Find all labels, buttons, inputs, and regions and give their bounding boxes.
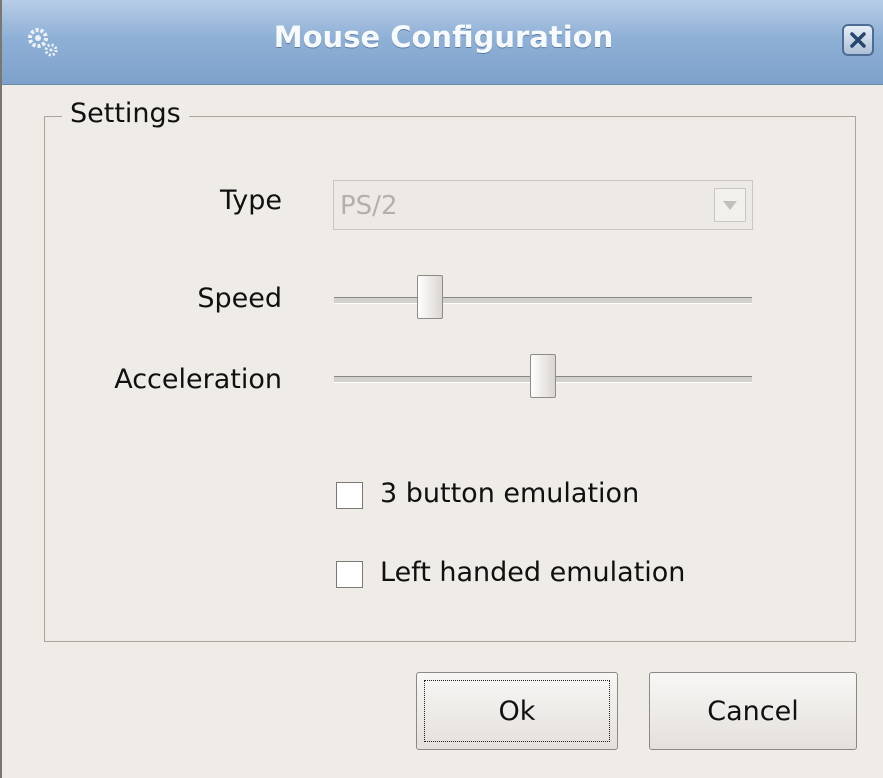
type-select-value: PS/2 bbox=[340, 191, 398, 221]
three-button-emulation-checkbox[interactable] bbox=[336, 482, 363, 509]
acceleration-label: Acceleration bbox=[114, 364, 282, 395]
speed-slider-handle[interactable] bbox=[417, 275, 444, 319]
three-button-emulation-label[interactable]: 3 button emulation bbox=[380, 478, 639, 509]
acceleration-slider[interactable] bbox=[334, 354, 752, 404]
mouse-configuration-dialog: Mouse Configuration Settings Type PS/2 S… bbox=[0, 0, 883, 778]
type-select[interactable]: PS/2 bbox=[333, 180, 753, 230]
speed-slider-track[interactable] bbox=[334, 297, 752, 304]
type-label: Type bbox=[219, 185, 282, 216]
close-button[interactable] bbox=[842, 24, 874, 56]
title-bar[interactable]: Mouse Configuration bbox=[2, 0, 883, 85]
window-title: Mouse Configuration bbox=[273, 20, 614, 54]
cancel-button[interactable]: Cancel bbox=[649, 672, 857, 750]
speed-slider[interactable] bbox=[334, 275, 752, 325]
ok-button[interactable]: Ok bbox=[416, 672, 618, 750]
speed-label: Speed bbox=[197, 283, 282, 314]
cancel-button-label: Cancel bbox=[707, 695, 799, 727]
chevron-down-icon bbox=[723, 201, 737, 210]
close-icon bbox=[850, 32, 866, 48]
settings-group-title: Settings bbox=[62, 98, 189, 129]
type-select-dropdown[interactable] bbox=[714, 188, 746, 222]
ok-button-label: Ok bbox=[498, 695, 536, 727]
acceleration-slider-handle[interactable] bbox=[530, 354, 556, 398]
left-handed-emulation-checkbox[interactable] bbox=[336, 561, 363, 588]
left-handed-emulation-label[interactable]: Left handed emulation bbox=[380, 557, 685, 588]
